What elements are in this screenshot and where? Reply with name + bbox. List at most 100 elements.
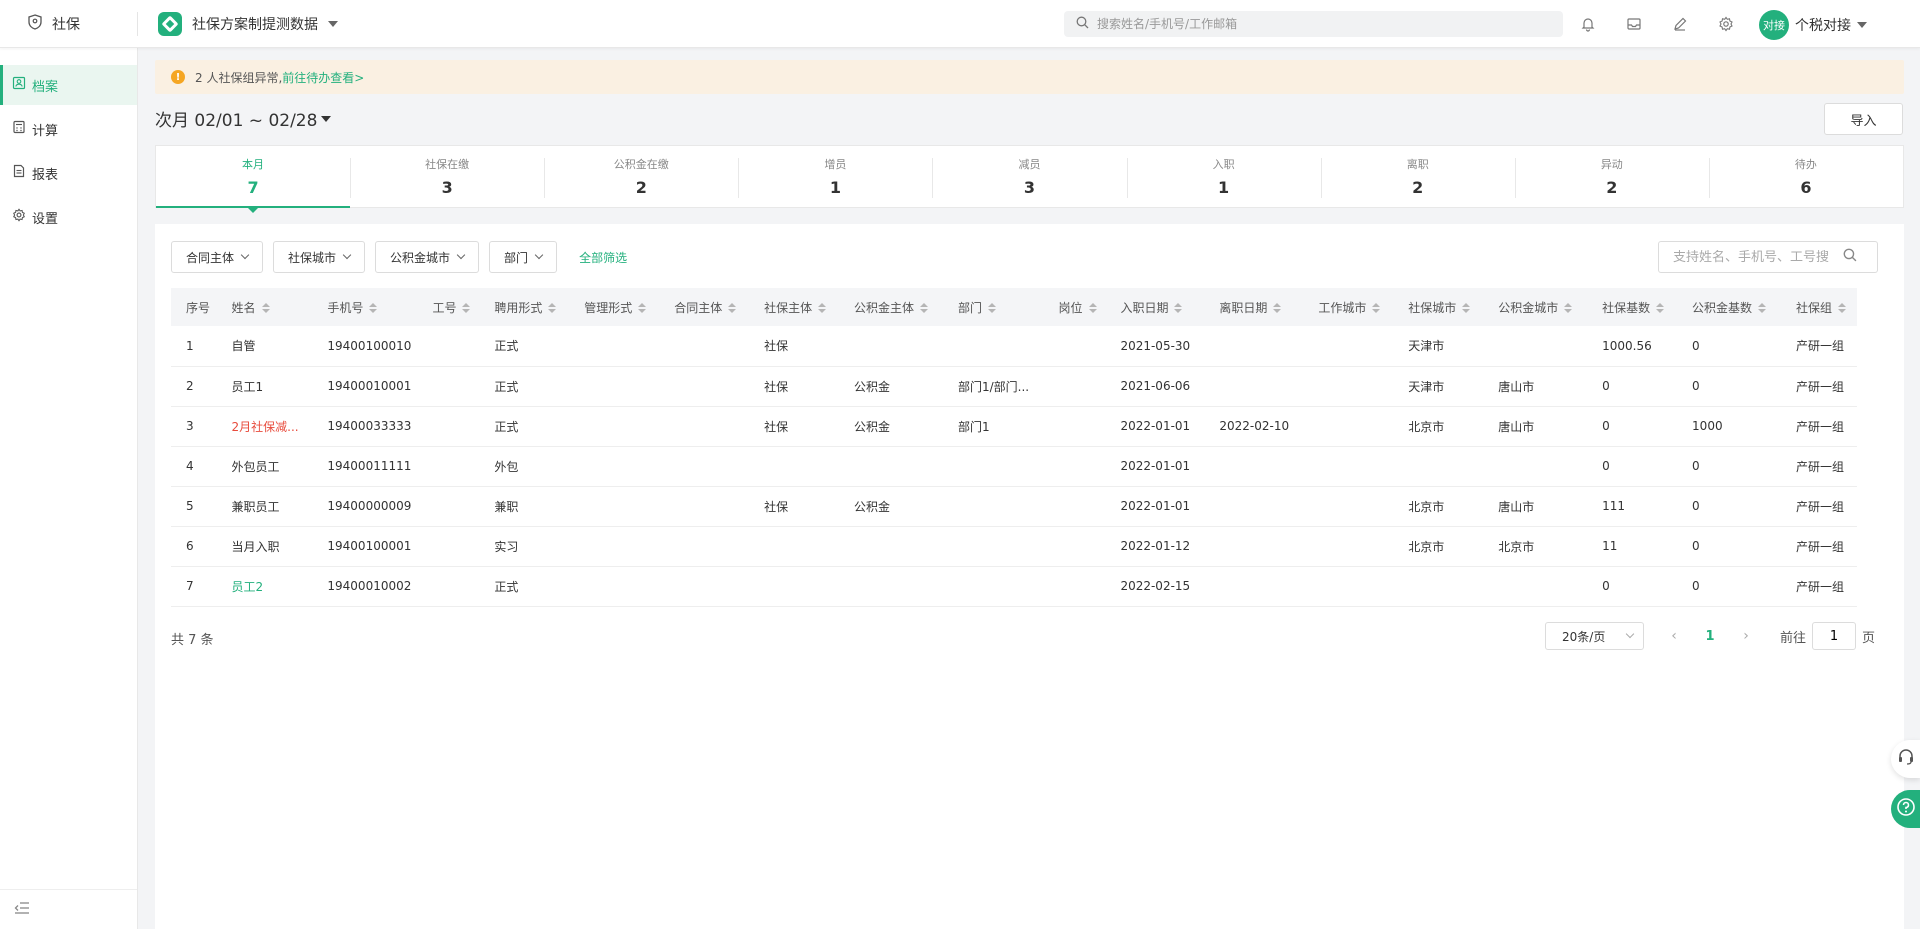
column-header[interactable]: 合同主体 <box>659 288 750 326</box>
table-cell[interactable]: 当月入职 <box>216 526 313 567</box>
sort-icon[interactable] <box>369 303 378 313</box>
table-cell <box>1483 326 1588 367</box>
collapse-sidebar-button[interactable] <box>0 889 137 929</box>
table-cell: 0 <box>1587 566 1678 607</box>
table-row[interactable]: 2 员工1 19400010001 正式 社保 公积金 部门1/部门... 2021-06-0… <box>171 366 1857 407</box>
table-cell <box>1043 566 1106 607</box>
settings-icon[interactable] <box>1716 14 1736 34</box>
sort-icon[interactable] <box>1838 303 1846 313</box>
table-cell <box>942 326 1044 367</box>
stat-tab-todo[interactable]: 待办 6 <box>1708 146 1903 207</box>
table-cell <box>569 366 660 407</box>
sort-icon[interactable] <box>1088 303 1097 313</box>
column-header[interactable]: 社保基数 <box>1587 288 1678 326</box>
import-button[interactable]: 导入 <box>1824 103 1903 135</box>
sort-icon[interactable] <box>1174 303 1183 313</box>
table-row[interactable]: 1 自管 19400100010 正式 社保 2021-05-30 天津市 1000.56 0 产… <box>171 326 1857 367</box>
column-header[interactable]: 公积金城市 <box>1483 288 1588 326</box>
stat-tab-fund-active[interactable]: 公积金在缴 2 <box>544 146 738 207</box>
sort-icon[interactable] <box>548 303 557 313</box>
sort-icon[interactable] <box>728 303 737 313</box>
page-size-select[interactable]: 20条/页 <box>1545 622 1644 650</box>
table-row[interactable]: 7 员工2 19400010002 正式 2022-02-15 0 0 产研一组 <box>171 566 1857 607</box>
table-row[interactable]: 6 当月入职 19400100001 实习 2022-01-12 北京市 北京市 11 0 产研一… <box>171 526 1857 567</box>
column-header[interactable]: 公积金主体 <box>839 288 943 326</box>
table-cell: 0 <box>1677 526 1781 567</box>
column-header[interactable]: 入职日期 <box>1105 288 1205 326</box>
home-link[interactable]: 社保 <box>28 14 80 34</box>
table-row[interactable]: 3 2月社保减... 19400033333 正式 社保 公积金 部门1 2022-01-01… <box>171 406 1857 447</box>
column-header[interactable]: 工号 <box>417 288 480 326</box>
column-header[interactable]: 公积金基数 <box>1677 288 1781 326</box>
filter-social-city[interactable]: 社保城市 <box>273 241 366 273</box>
sidebar-item-report[interactable]: 报表 <box>0 153 137 193</box>
sort-icon[interactable] <box>1462 303 1471 313</box>
sort-icon[interactable] <box>261 303 270 313</box>
table-cell[interactable]: 2月社保减... <box>216 406 313 447</box>
goto-page-input[interactable] <box>1812 622 1857 650</box>
column-header[interactable]: 姓名 <box>216 288 313 326</box>
column-header-label: 入职日期 <box>1120 300 1169 315</box>
app-switcher[interactable]: 社保方案制提测数据 <box>158 12 338 36</box>
sidebar-item-calculate[interactable]: 计算 <box>0 109 137 149</box>
column-header[interactable]: 手机号 <box>312 288 418 326</box>
sort-icon[interactable] <box>1564 303 1573 313</box>
table-cell: 0 <box>1587 366 1678 407</box>
stat-tab-reduce[interactable]: 减员 3 <box>932 146 1126 207</box>
column-header[interactable]: 岗位 <box>1043 288 1106 326</box>
page-number[interactable]: 1 <box>1692 629 1728 644</box>
column-header[interactable]: 部门 <box>942 288 1044 326</box>
column-header[interactable]: 管理形式 <box>569 288 660 326</box>
sort-icon[interactable] <box>818 303 827 313</box>
stat-tab-current-month[interactable]: 本月 7 <box>156 146 351 213</box>
column-header[interactable]: 工作城市 <box>1303 288 1394 326</box>
table-row[interactable]: 4 外包员工 19400011111 外包 2022-01-01 0 0 产研一组 <box>171 446 1857 487</box>
search-icon[interactable] <box>1843 248 1857 266</box>
table-cell[interactable]: 外包员工 <box>216 446 313 487</box>
sidebar-item-archive[interactable]: 档案 <box>0 65 137 105</box>
table-cell[interactable]: 员工2 <box>216 566 313 607</box>
column-header[interactable]: 社保组 <box>1780 288 1857 326</box>
table-cell <box>417 446 480 487</box>
table-search-input[interactable] <box>1673 249 1843 265</box>
column-header[interactable]: 社保主体 <box>749 288 840 326</box>
table-cell: 部门1/部门... <box>942 366 1044 407</box>
inbox-icon[interactable] <box>1624 14 1644 34</box>
column-header[interactable]: 离职日期 <box>1204 288 1304 326</box>
all-filters-link[interactable]: 全部筛选 <box>579 249 627 266</box>
user-menu[interactable]: 对接 个税对接 <box>1759 10 1867 40</box>
stat-tab-change[interactable]: 异动 2 <box>1514 146 1709 207</box>
table-cell <box>1303 406 1394 447</box>
stat-tab-resign[interactable]: 离职 2 <box>1320 146 1515 207</box>
table-row[interactable]: 5 兼职员工 19400000009 兼职 社保 公积金 2022-01-01 北京市 唐山市 1… <box>171 486 1857 527</box>
filter-department[interactable]: 部门 <box>489 241 558 273</box>
global-search-input[interactable] <box>1097 17 1537 31</box>
filter-contract-entity[interactable]: 合同主体 <box>171 241 264 273</box>
sort-icon[interactable] <box>920 303 929 313</box>
sort-icon[interactable] <box>462 303 471 313</box>
sort-icon[interactable] <box>1372 303 1381 313</box>
sort-icon[interactable] <box>1273 303 1282 313</box>
sidebar-item-settings[interactable]: 设置 <box>0 197 137 237</box>
filter-fund-city[interactable]: 公积金城市 <box>375 241 480 273</box>
next-page-button[interactable]: › <box>1728 628 1764 644</box>
sort-icon[interactable] <box>1656 303 1665 313</box>
stat-tab-add[interactable]: 增员 1 <box>738 146 932 207</box>
table-cell[interactable]: 兼职员工 <box>216 486 313 527</box>
edit-icon[interactable] <box>1670 14 1690 34</box>
table-cell[interactable]: 自管 <box>216 326 313 367</box>
stat-tab-onboard[interactable]: 入职 1 <box>1126 146 1321 207</box>
sort-icon[interactable] <box>638 303 647 313</box>
column-header[interactable]: 聘用形式 <box>479 288 570 326</box>
period-selector[interactable]: 次月 02/01 ~ 02/28 <box>155 106 332 131</box>
sort-icon[interactable] <box>988 303 996 313</box>
column-header[interactable]: 社保城市 <box>1393 288 1484 326</box>
alert-link[interactable]: 前往待办查看> <box>282 71 364 85</box>
table-cell[interactable]: 员工1 <box>216 366 313 407</box>
table-cell: 产研一组 <box>1780 486 1857 527</box>
sort-icon[interactable] <box>1758 303 1767 313</box>
prev-page-button[interactable]: ‹ <box>1656 628 1692 644</box>
chevron-down-icon <box>534 250 544 260</box>
stat-tab-social-active[interactable]: 社保在缴 3 <box>350 146 544 207</box>
bell-icon[interactable] <box>1578 14 1598 34</box>
